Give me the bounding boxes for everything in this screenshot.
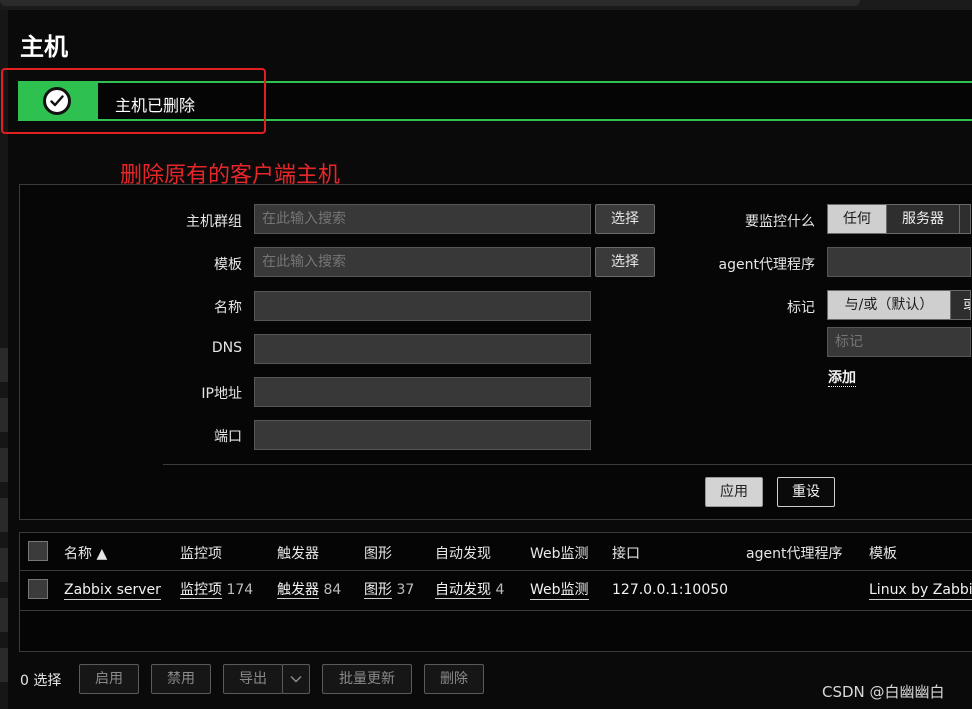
template-link[interactable]: Linux by Zabbix [869, 582, 972, 600]
interface-cell: 127.0.0.1:10050 [612, 582, 729, 598]
row-checkbox[interactable] [28, 579, 48, 599]
host-groups-input[interactable] [254, 204, 591, 234]
templates-select-button[interactable]: 选择 [595, 247, 655, 277]
monitored-by-label: 要监控什么 [745, 214, 815, 230]
column-items: 监控项 [180, 546, 222, 562]
page-title: 主机 [20, 33, 68, 61]
host-groups-select-button[interactable]: 选择 [595, 204, 655, 234]
sidebar-edge-segment [0, 648, 8, 682]
column-proxy: agent代理程序 [746, 546, 843, 562]
tag-input[interactable] [827, 327, 971, 357]
triggers-link[interactable]: 触发器 [277, 582, 319, 599]
reset-button[interactable]: 重设 [777, 477, 835, 507]
name-label: 名称 [214, 300, 242, 316]
table-header: 名称 ▲ 监控项 触发器 图形 自动发现 Web监测 接口 agent代理程序 … [20, 533, 972, 571]
hosts-table: 名称 ▲ 监控项 触发器 图形 自动发现 Web监测 接口 agent代理程序 … [19, 532, 972, 652]
discovery-count: 4 [495, 582, 505, 598]
triggers-count: 84 [323, 582, 342, 598]
selected-count: 0 选择 [20, 673, 62, 689]
proxy-input[interactable] [827, 247, 971, 277]
ip-label: IP地址 [201, 386, 242, 402]
column-graphs: 图形 [364, 546, 392, 562]
add-tag-link[interactable]: 添加 [828, 370, 856, 387]
browser-top-bar [0, 0, 972, 10]
graphs-link[interactable]: 图形 [364, 582, 392, 599]
filter-panel: 主机群组 选择 模板 选择 名称 DNS IP地址 端口 要监控什么 任何 服务… [19, 184, 972, 520]
graphs-count: 37 [396, 582, 415, 598]
sidebar-edge-segment [0, 498, 8, 532]
items-link[interactable]: 监控项 [180, 582, 222, 599]
items-cell: 监控项 174 [180, 582, 253, 599]
column-discovery: 自动发现 [435, 546, 491, 562]
tags-label: 标记 [787, 300, 815, 316]
items-count: 174 [226, 582, 254, 598]
host-groups-label: 主机群组 [186, 214, 242, 230]
discovery-cell: 自动发现 4 [435, 582, 504, 599]
disable-button[interactable]: 禁用 [151, 664, 211, 694]
sidebar-edge-segment [0, 448, 8, 482]
templates-input[interactable] [254, 247, 591, 277]
chevron-down-icon [290, 675, 302, 683]
column-name[interactable]: 名称 ▲ [64, 543, 107, 563]
monitored-by-proxy[interactable] [959, 204, 971, 234]
column-interface: 接口 [612, 546, 640, 562]
web-link[interactable]: Web监测 [530, 582, 589, 600]
sidebar-edge-segment [0, 548, 8, 582]
ip-input[interactable] [254, 377, 591, 407]
discovery-link[interactable]: 自动发现 [435, 582, 491, 599]
select-all-checkbox[interactable] [28, 541, 48, 561]
watermark-text: CSDN @白幽幽白 [822, 683, 945, 701]
templates-label: 模板 [214, 257, 242, 273]
graphs-cell: 图形 37 [364, 582, 414, 599]
triggers-cell: 触发器 84 [277, 582, 341, 599]
port-label: 端口 [214, 429, 242, 445]
tags-or-option[interactable]: 或 [950, 290, 971, 320]
browser-tab-strip [0, 0, 860, 6]
proxy-label: agent代理程序 [718, 257, 815, 273]
delete-button[interactable]: 删除 [424, 664, 484, 694]
tags-and-or-option[interactable]: 与/或（默认） [827, 290, 951, 320]
monitored-by-any[interactable]: 任何 [827, 204, 887, 234]
apply-button[interactable]: 应用 [705, 477, 763, 507]
sidebar-edge-segment [0, 398, 8, 432]
sidebar-edge-segment [0, 348, 8, 382]
enable-button[interactable]: 启用 [79, 664, 139, 694]
highlight-frame [1, 68, 266, 134]
table-row: Zabbix server 监控项 174 触发器 84 图形 37 自动发现 … [20, 571, 972, 611]
host-name-link[interactable]: Zabbix server [64, 582, 161, 600]
dns-input[interactable] [254, 334, 591, 364]
dns-label: DNS [211, 340, 242, 356]
column-templates: 模板 [869, 546, 897, 562]
monitored-by-server[interactable]: 服务器 [886, 204, 960, 234]
column-web: Web监测 [530, 546, 589, 562]
filter-divider [163, 464, 972, 465]
port-input[interactable] [254, 420, 591, 450]
sidebar-edge-segment [0, 598, 8, 632]
export-dropdown-button[interactable] [282, 664, 310, 694]
export-button[interactable]: 导出 [223, 664, 283, 694]
column-triggers: 触发器 [277, 546, 319, 562]
mass-update-button[interactable]: 批量更新 [322, 664, 412, 694]
name-input[interactable] [254, 291, 591, 321]
